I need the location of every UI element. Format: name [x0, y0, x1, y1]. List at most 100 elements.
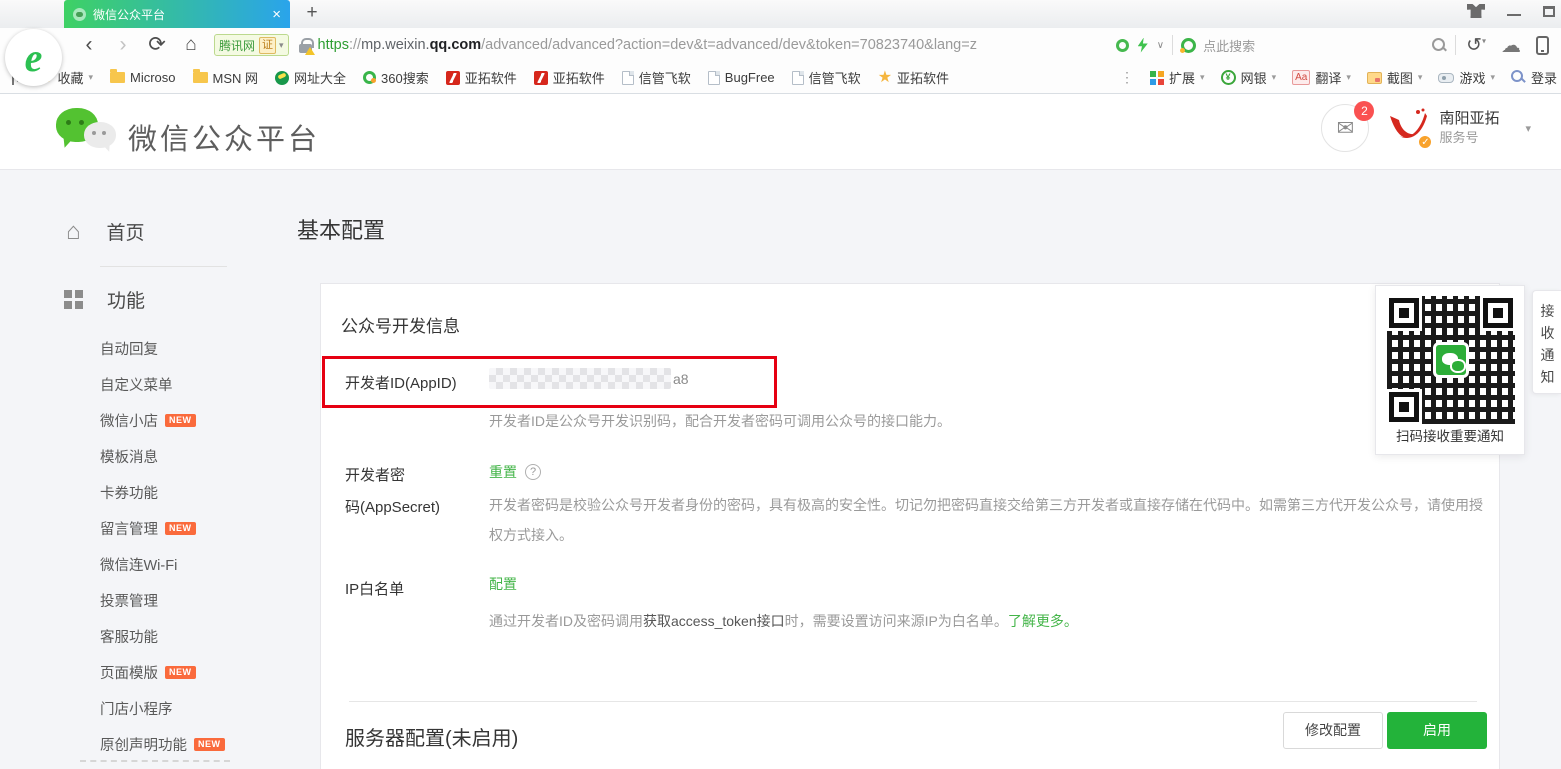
sidebar-item-original-statement[interactable]: 原创声明功能new [100, 726, 225, 762]
new-badge: new [165, 522, 196, 535]
caret-down-icon: ▾ [88, 72, 93, 83]
login-key-icon [1511, 70, 1526, 85]
sidebar-divider [100, 266, 227, 267]
bookmark-item[interactable]: ★ 亚拓软件 [878, 68, 949, 87]
bookmark-item[interactable]: 信管飞软 [622, 68, 691, 87]
games-menu[interactable]: 游戏 ▾ [1438, 68, 1495, 87]
new-tab-button[interactable]: + [300, 2, 324, 24]
page-icon [792, 71, 804, 85]
app-icon [446, 71, 460, 85]
receive-notice-tab[interactable]: 接收通知 [1532, 290, 1561, 394]
extensions-menu[interactable]: 扩展 ▾ [1150, 68, 1205, 87]
theme-skin-icon[interactable] [1467, 4, 1485, 18]
forward-button[interactable]: › [106, 30, 140, 60]
wechat-qr-logo-icon [1433, 342, 1469, 378]
verified-check-icon: ✓ [1417, 134, 1433, 150]
home-button[interactable]: ⌂ [174, 30, 208, 60]
browser-logo[interactable]: e [5, 29, 62, 86]
account-caret-icon[interactable]: ▾ [1525, 122, 1531, 135]
sidebar-item-vote-manage[interactable]: 投票管理 [100, 582, 225, 618]
enable-button[interactable]: 启用 [1387, 712, 1487, 749]
grid-icon [64, 290, 83, 309]
new-badge: new [194, 738, 225, 751]
sidebar-item-page-template[interactable]: 页面模版new [100, 654, 225, 690]
cloud-sync-icon[interactable]: ☁ [1501, 33, 1521, 58]
bookmark-item[interactable]: 亚拓软件 [446, 68, 517, 87]
bookmark-item[interactable]: 360搜索 [363, 68, 429, 87]
site-verification-badge[interactable]: 腾讯网 证 ▾ [214, 34, 289, 56]
ip-whitelist-config-link[interactable]: 配置 [489, 576, 517, 592]
back-button[interactable]: ‹ [72, 30, 106, 60]
new-badge: new [165, 414, 196, 427]
page-icon [708, 71, 720, 85]
badge-caret-icon: ▾ [279, 40, 284, 51]
translate-menu[interactable]: Aa 翻译 ▾ [1292, 68, 1351, 87]
tab-favicon-wechat-icon [73, 8, 86, 21]
login-button[interactable]: 登录 [1511, 68, 1557, 87]
folder-icon [110, 72, 125, 83]
sidebar-item-store-miniprogram[interactable]: 门店小程序 [100, 690, 225, 726]
bookmark-item[interactable]: 信管飞软 [792, 68, 861, 87]
bookmark-folder[interactable]: Microso [110, 70, 176, 85]
dev-info-section-title: 公众号开发信息 [341, 312, 460, 337]
sidebar-item-wifi[interactable]: 微信连Wi-Fi [100, 546, 225, 582]
server-config-title: 服务器配置(未启用) [345, 722, 518, 751]
modify-config-button[interactable]: 修改配置 [1283, 712, 1383, 749]
sidebar-item-auto-reply[interactable]: 自动回复 [100, 330, 225, 366]
appsecret-label: 开发者密 码(AppSecret) [345, 460, 465, 524]
bookmark-folder[interactable]: MSN 网 [193, 68, 259, 87]
maximize-button[interactable] [1543, 6, 1555, 17]
speed-mode-icon[interactable] [1138, 38, 1148, 53]
browser-tab[interactable]: 微信公众平台 × [64, 0, 290, 28]
sidebar-item-custom-menu[interactable]: 自定义菜单 [100, 366, 225, 402]
access-token-link[interactable]: 获取access_token接口 [643, 613, 785, 629]
search-box[interactable]: 点此搜索 [1173, 36, 1455, 55]
restore-session-icon[interactable]: ↺▾ [1466, 34, 1486, 57]
minimize-button[interactable] [1507, 14, 1521, 16]
notifications-button[interactable]: ✉ 2 [1321, 104, 1369, 152]
reader-mode-icon[interactable] [1116, 39, 1129, 52]
address-dropdown-icon[interactable]: ∨ [1157, 40, 1164, 51]
screenshot-menu[interactable]: 截图 ▾ [1367, 68, 1423, 87]
learn-more-link[interactable]: 了解更多。 [1008, 613, 1078, 629]
tab-close-icon[interactable]: × [272, 7, 281, 22]
appid-value: a8 [489, 368, 689, 389]
search-icon[interactable] [1431, 37, 1447, 53]
sidebar-menu: 自动回复 自定义菜单 微信小店new 模板消息 卡券功能 留言管理new 微信连… [100, 330, 225, 762]
qr-notice-panel: 扫码接收重要通知 [1375, 285, 1525, 455]
page-body: ⌂ 首页 功能 自动回复 自定义菜单 微信小店new 模板消息 卡券功能 留言管… [0, 170, 1561, 769]
ssl-lock-icon[interactable] [299, 38, 312, 53]
mobile-sync-icon[interactable] [1536, 36, 1549, 55]
address-bar[interactable]: https://mp.weixin.qq.com/advanced/advanc… [318, 37, 1108, 53]
sidebar-item-comment-manage[interactable]: 留言管理new [100, 510, 225, 546]
appid-redacted-blur [489, 368, 671, 389]
overflow-menu-icon[interactable]: ⋮ [1120, 69, 1134, 86]
360-search-icon [363, 71, 376, 84]
sidebar-item-customer-service[interactable]: 客服功能 [100, 618, 225, 654]
bank-shield-icon: ¥ [1221, 70, 1236, 85]
extensions-icon [1150, 71, 1164, 85]
tab-title: 微信公众平台 [93, 6, 272, 23]
reset-appsecret-link[interactable]: 重置 [489, 462, 517, 482]
envelope-icon: ✉ [1337, 116, 1355, 141]
new-badge: new [165, 666, 196, 679]
sidebar-item-card-coupon[interactable]: 卡券功能 [100, 474, 225, 510]
ip-whitelist-label: IP白名单 [345, 578, 404, 599]
sidebar-item-home[interactable]: ⌂ 首页 [66, 218, 145, 245]
basic-config-card: 公众号开发信息 开发者ID(AppID) a8 开发者ID是公众号开发识别码，配… [320, 283, 1500, 769]
account-avatar[interactable]: ✓ [1387, 108, 1429, 148]
section-divider [349, 701, 1477, 702]
qr-caption: 扫码接收重要通知 [1376, 425, 1524, 445]
home-icon: ⌂ [66, 220, 81, 244]
banking-menu[interactable]: ¥ 网银 ▾ [1221, 68, 1277, 87]
refresh-button[interactable]: ⟳ [140, 30, 174, 60]
wechat-logo-icon [56, 106, 118, 156]
help-question-icon[interactable]: ? [525, 464, 541, 480]
bookmarks-bar: ★ 收藏 ▾ Microso MSN 网 网址大全 360搜索 亚拓软件 亚拓软… [0, 62, 1561, 94]
sidebar-section-features[interactable]: 功能 [64, 286, 145, 313]
sidebar-item-template-message[interactable]: 模板消息 [100, 438, 225, 474]
bookmark-item[interactable]: 网址大全 [275, 68, 346, 87]
bookmark-item[interactable]: 亚拓软件 [534, 68, 605, 87]
bookmark-item[interactable]: BugFree [708, 70, 775, 85]
sidebar-item-wechat-store[interactable]: 微信小店new [100, 402, 225, 438]
